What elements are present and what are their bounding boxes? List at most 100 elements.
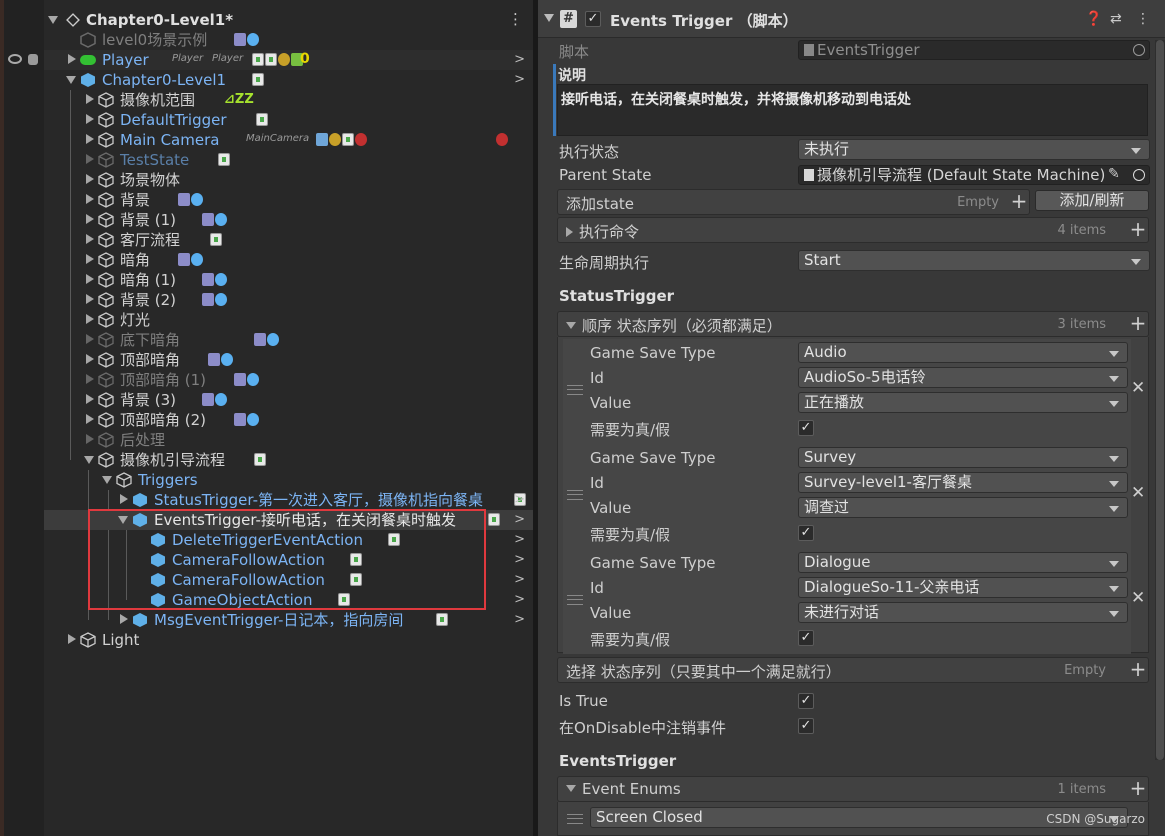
expand-arrow-icon[interactable] — [86, 194, 94, 204]
hierarchy-row[interactable]: Triggers — [44, 470, 533, 490]
drag-handle-icon[interactable] — [567, 814, 583, 824]
seq-list-plus-button[interactable]: + — [1125, 311, 1151, 337]
expand-arrow-icon[interactable] — [86, 134, 94, 144]
must-true-checkbox[interactable]: ✓ — [798, 525, 814, 541]
expand-arrow-icon[interactable] — [68, 54, 76, 64]
hierarchy-row[interactable]: Chapter0-Level1 > — [44, 70, 533, 90]
exec-state-dropdown[interactable]: 未执行 — [798, 139, 1150, 160]
enabled-checkbox[interactable]: ✓ — [585, 11, 601, 27]
preset-icon[interactable]: ⇄ — [1110, 11, 1122, 27]
remove-element-icon[interactable]: ✕ — [1131, 588, 1145, 608]
hierarchy-row[interactable]: StatusTrigger-第一次进入客厅，摄像机指向餐桌 > — [44, 490, 533, 510]
expand-arrow-icon[interactable] — [68, 634, 76, 644]
value-dropdown[interactable]: 正在播放 — [798, 392, 1128, 413]
pencil-icon[interactable]: ✎ — [1108, 166, 1120, 182]
hierarchy-row[interactable]: 场景物体 — [44, 170, 533, 190]
value-dropdown[interactable]: 未进行对话 — [798, 602, 1128, 623]
expand-arrow-icon[interactable] — [86, 314, 94, 324]
chevron-right-icon[interactable]: > — [514, 532, 525, 547]
scrollbar-thumb[interactable] — [1156, 40, 1164, 760]
expand-arrow-icon[interactable] — [86, 154, 94, 164]
fold-arrow-icon[interactable] — [566, 785, 576, 792]
hierarchy-row[interactable]: Main Camera MainCamera — [44, 130, 533, 150]
hierarchy-row[interactable]: 客厅流程 — [44, 230, 533, 250]
remove-element-icon[interactable]: ✕ — [1131, 483, 1145, 503]
kebab-menu-icon[interactable]: ⋮ — [508, 10, 523, 28]
expand-arrow-icon[interactable] — [120, 494, 128, 504]
script-field[interactable]: EventsTrigger — [798, 40, 1150, 60]
id-dropdown[interactable]: Survey-level1-客厅餐桌 — [798, 472, 1128, 493]
fold-arrow-icon[interactable] — [84, 456, 94, 464]
hierarchy-row[interactable]: TestState — [44, 150, 533, 170]
description-textarea[interactable]: 接听电话，在关闭餐桌时触发，并将摄像机移动到电话处 — [557, 84, 1148, 136]
scene-header[interactable]: Chapter0-Level1* ⋮ — [44, 10, 533, 30]
hierarchy-row[interactable]: 暗角 (1) — [44, 270, 533, 290]
hierarchy-row[interactable]: 摄像机范围 ⊿ZZ — [44, 90, 533, 110]
pick-hand-icon[interactable] — [28, 54, 38, 65]
kebab-menu-icon[interactable]: ⋮ — [1136, 11, 1150, 27]
chevron-right-icon[interactable]: > — [514, 72, 525, 87]
hierarchy-row[interactable]: level0场景示例 — [44, 30, 533, 50]
expand-arrow-icon[interactable] — [86, 414, 94, 424]
hierarchy-row[interactable]: 底下暗角 — [44, 330, 533, 350]
exec-cmd-plus-button[interactable]: + — [1125, 217, 1151, 243]
expand-arrow-icon[interactable] — [86, 94, 94, 104]
drag-handle-icon[interactable] — [567, 595, 583, 605]
select-list-plus-button[interactable]: + — [1125, 657, 1151, 683]
hierarchy-row[interactable]: 背景 (1) — [44, 210, 533, 230]
hierarchy-row[interactable]: 顶部暗角 (2) — [44, 410, 533, 430]
hierarchy-row[interactable]: 背景 — [44, 190, 533, 210]
object-picker-icon[interactable] — [1133, 44, 1145, 56]
id-dropdown[interactable]: AudioSo-5电话铃 — [798, 367, 1128, 388]
expand-arrow-icon[interactable] — [86, 214, 94, 224]
hierarchy-row[interactable]: Player Player Player 0 > — [44, 50, 533, 70]
hierarchy-row[interactable]: 暗角 — [44, 250, 533, 270]
game-save-type-dropdown[interactable]: Dialogue — [798, 552, 1128, 573]
ondisable-checkbox[interactable]: ✓ — [798, 718, 814, 734]
chevron-right-icon[interactable]: > — [514, 552, 525, 567]
is-true-checkbox[interactable]: ✓ — [798, 693, 814, 709]
expand-arrow-icon[interactable] — [566, 227, 573, 237]
game-save-type-dropdown[interactable]: Survey — [798, 447, 1128, 468]
expand-arrow-icon[interactable] — [86, 354, 94, 364]
hierarchy-row[interactable]: DefaultTrigger — [44, 110, 533, 130]
hierarchy-row[interactable]: 顶部暗角 (1) — [44, 370, 533, 390]
exec-command-list[interactable]: 执行命令 4 items — [557, 217, 1149, 243]
add-state-list[interactable]: 添加state Empty — [557, 189, 1030, 215]
sequence-list[interactable]: 顺序 状态序列（必须都满足） 3 items — [557, 311, 1149, 337]
id-dropdown[interactable]: DialogueSo-11-父亲电话 — [798, 577, 1128, 598]
hierarchy-row[interactable]: MsgEventTrigger-日记本，指向房间 > — [44, 610, 533, 630]
event-enums-plus-button[interactable]: + — [1125, 776, 1151, 802]
chevron-right-icon[interactable]: > — [514, 612, 525, 627]
must-true-checkbox[interactable]: ✓ — [798, 630, 814, 646]
fold-arrow-icon[interactable] — [544, 14, 554, 22]
expand-arrow-icon[interactable] — [86, 114, 94, 124]
fold-arrow-icon[interactable] — [566, 322, 576, 329]
remove-element-icon[interactable]: ✕ — [1131, 378, 1145, 398]
event-enums-list[interactable]: Event Enums 1 items — [557, 776, 1149, 802]
hierarchy-row[interactable]: 灯光 — [44, 310, 533, 330]
must-true-checkbox[interactable]: ✓ — [798, 420, 814, 436]
expand-arrow-icon[interactable] — [86, 254, 94, 264]
expand-arrow-icon[interactable] — [86, 374, 94, 384]
drag-handle-icon[interactable] — [567, 490, 583, 500]
add-refresh-button[interactable]: 添加/刷新 — [1035, 190, 1149, 211]
expand-arrow-icon[interactable] — [86, 334, 94, 344]
game-save-type-dropdown[interactable]: Audio — [798, 342, 1128, 363]
expand-arrow-icon[interactable] — [86, 434, 94, 444]
hierarchy-row[interactable]: 背景 (2) — [44, 290, 533, 310]
expand-arrow-icon[interactable] — [86, 234, 94, 244]
hierarchy-row[interactable]: 顶部暗角 — [44, 350, 533, 370]
hierarchy-row[interactable]: 后处理 — [44, 430, 533, 450]
expand-arrow-icon[interactable] — [86, 274, 94, 284]
select-list[interactable]: 选择 状态序列（只要其中一个满足就行） Empty — [557, 657, 1149, 683]
chevron-right-icon[interactable]: > — [514, 592, 525, 607]
hierarchy-row[interactable]: 背景 (3) — [44, 390, 533, 410]
expand-arrow-icon[interactable] — [120, 614, 128, 624]
fold-arrow-icon[interactable] — [102, 476, 112, 484]
object-picker-icon[interactable] — [1133, 169, 1145, 181]
value-dropdown[interactable]: 调查过 — [798, 497, 1128, 518]
drag-handle-icon[interactable] — [567, 385, 583, 395]
expand-arrow-icon[interactable] — [86, 294, 94, 304]
chevron-right-icon[interactable]: > — [514, 572, 525, 587]
